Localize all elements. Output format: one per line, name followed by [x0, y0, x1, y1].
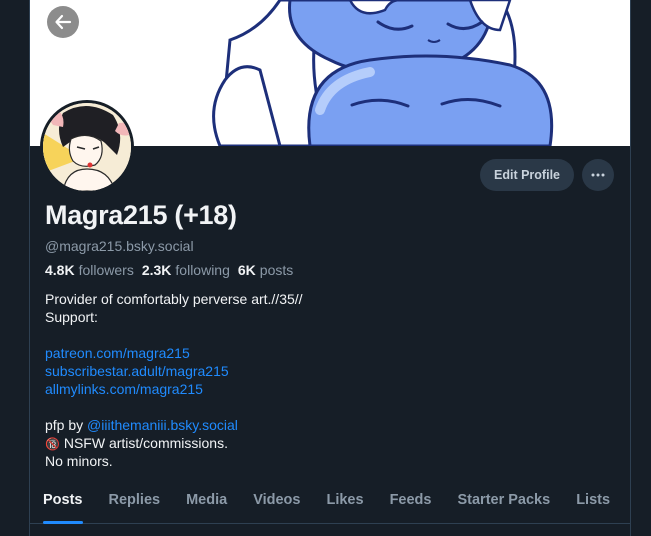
subscribestar-link[interactable]: subscribestar.adult/magra215: [45, 363, 229, 379]
right-gutter: [630, 0, 651, 536]
pfp-artist-mention[interactable]: @iiithemaniii.bsky.social: [87, 417, 238, 433]
profile-column: Edit Profile Magra215 (+18) @magra215.bs…: [30, 0, 630, 536]
bio-line: No minors.: [45, 453, 113, 469]
tab-starter-packs[interactable]: Starter Packs: [444, 478, 563, 524]
profile-tabs: Posts Replies Media Videos Likes Feeds S…: [30, 478, 630, 524]
tab-posts[interactable]: Posts: [30, 478, 96, 524]
tab-likes[interactable]: Likes: [313, 478, 376, 524]
bio-line: Support:: [45, 309, 98, 325]
tab-feeds[interactable]: Feeds: [377, 478, 445, 524]
avatar[interactable]: [40, 100, 134, 194]
bio-line: Provider of comfortably perverse art.//3…: [45, 291, 303, 307]
avatar-artwork: [43, 103, 131, 191]
followers-count: 4.8K: [45, 262, 75, 278]
bio-blank-line: [45, 326, 605, 344]
profile-bio: Provider of comfortably perverse art.//3…: [45, 290, 605, 470]
followers-link[interactable]: 4.8K followers: [45, 262, 134, 278]
tab-videos[interactable]: Videos: [240, 478, 313, 524]
profile-page: Edit Profile Magra215 (+18) @magra215.bs…: [0, 0, 651, 536]
adults-only-icon: 🔞: [45, 437, 60, 451]
display-name: Magra215 (+18): [45, 200, 237, 230]
bio-pfp-credit: pfp by @iiithemaniii.bsky.social: [45, 416, 605, 434]
following-label: following: [175, 262, 230, 278]
bio-blank-line: [45, 398, 605, 416]
allmylinks-link[interactable]: allmylinks.com/magra215: [45, 381, 203, 397]
tab-lists[interactable]: Lists: [563, 478, 623, 524]
ellipsis-icon: [591, 173, 605, 177]
following-link[interactable]: 2.3K following: [142, 262, 230, 278]
arrow-left-icon: [55, 14, 72, 30]
pfp-credit-prefix: pfp by: [45, 417, 88, 433]
profile-stats: 4.8K followers 2.3K following 6K posts: [45, 262, 293, 278]
posts-stat: 6K posts: [238, 262, 293, 278]
posts-count: 6K: [237, 262, 256, 278]
bio-nsfw-line: 🔞 NSFW artist/commissions.: [45, 434, 605, 452]
more-options-button[interactable]: [582, 159, 614, 191]
profile-handle: @magra215.bsky.social: [45, 238, 194, 254]
patreon-link[interactable]: patreon.com/magra215: [45, 345, 190, 361]
left-gutter: [0, 0, 30, 536]
following-count: 2.3K: [141, 262, 172, 278]
posts-label: posts: [259, 262, 294, 278]
back-button[interactable]: [47, 6, 79, 38]
tab-replies[interactable]: Replies: [96, 478, 174, 524]
tab-media[interactable]: Media: [173, 478, 240, 524]
profile-actions: Edit Profile: [480, 159, 614, 191]
edit-profile-button[interactable]: Edit Profile: [480, 159, 574, 191]
nsfw-text: NSFW artist/commissions.: [59, 435, 228, 451]
followers-label: followers: [78, 262, 134, 278]
